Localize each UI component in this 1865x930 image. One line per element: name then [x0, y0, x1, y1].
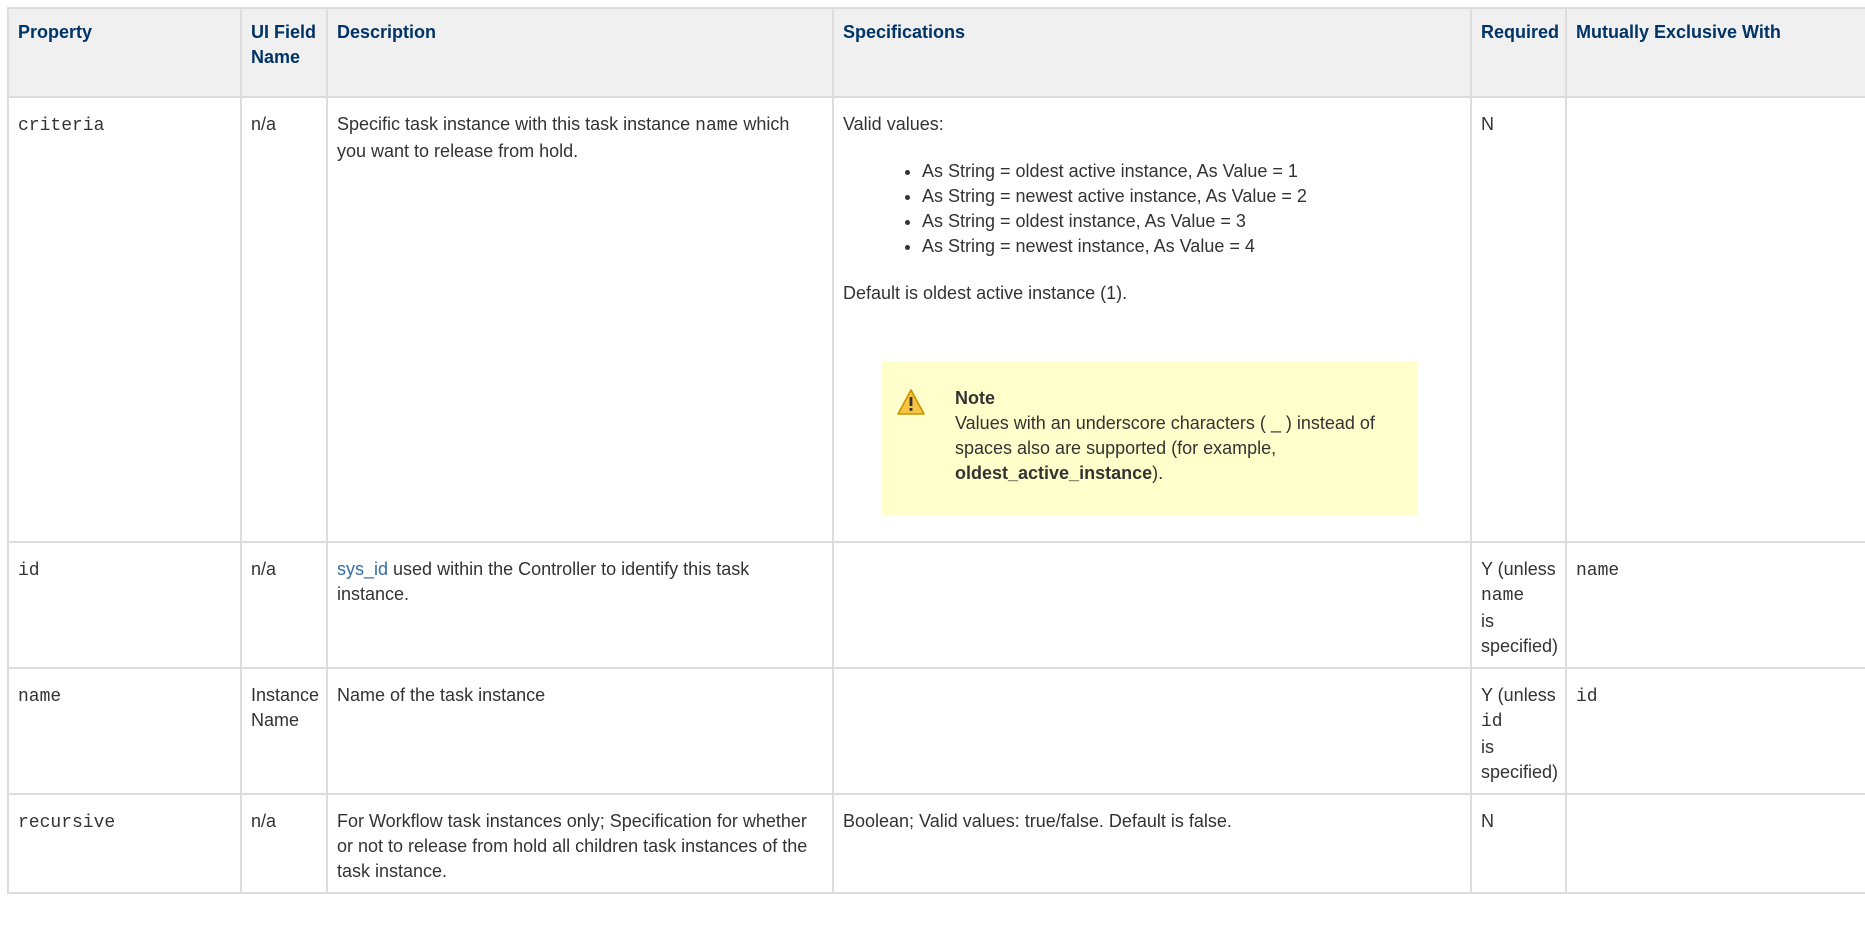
inline-code: name [695, 116, 739, 136]
note-text: Values with an underscore characters ( _… [955, 411, 1378, 486]
header-required: Required [1470, 7, 1567, 98]
cell-required: Y (unless id is specified) [1470, 667, 1567, 795]
table-row-id: id n/a sys_id used within the Controller… [7, 541, 1865, 669]
note-text-part: Values with an underscore characters ( _… [955, 413, 1375, 458]
cell-specifications [832, 667, 1472, 795]
exclusive-value: id [1576, 687, 1598, 707]
list-item: As String = oldest instance, As Value = … [922, 209, 1461, 234]
cell-property: id [7, 541, 242, 669]
note-bold-value: oldest_active_instance [955, 463, 1153, 483]
warning-icon [897, 389, 925, 415]
table-row-criteria: criteria n/a Specific task instance with… [7, 96, 1865, 543]
cell-ui-field: Instance Name [240, 667, 328, 795]
properties-table-container: Property UI Field Name Description Speci… [7, 7, 1865, 894]
cell-property: name [7, 667, 242, 795]
note-box: Note Values with an underscore character… [882, 361, 1418, 515]
property-name: name [18, 687, 62, 707]
cell-description: For Workflow task instances only; Specif… [326, 793, 834, 894]
cell-description: sys_id used within the Controller to ide… [326, 541, 834, 669]
required-text: is specified) [1481, 737, 1559, 782]
cell-description: Specific task instance with this task in… [326, 96, 834, 543]
cell-exclusive [1565, 793, 1865, 894]
note-title: Note [955, 388, 995, 408]
property-name: recursive [18, 813, 116, 833]
property-name: criteria [18, 116, 105, 136]
header-ui-field-name: UI Field Name [240, 7, 328, 98]
required-text: Y (unless [1481, 685, 1556, 705]
exclusive-value: name [1576, 561, 1620, 581]
description-text: Specific task instance with this task in… [337, 114, 696, 134]
table-row-recursive: recursive n/a For Workflow task instance… [7, 793, 1865, 894]
description-text: used within the Controller to identify t… [337, 559, 750, 604]
header-mutually-exclusive: Mutually Exclusive With [1565, 7, 1865, 98]
table-row-name: name Instance Name Name of the task inst… [7, 667, 1865, 795]
table-header-row: Property UI Field Name Description Speci… [7, 7, 1865, 98]
cell-required: N [1470, 96, 1567, 543]
cell-property: recursive [7, 793, 242, 894]
header-description: Description [326, 7, 834, 98]
properties-table: Property UI Field Name Description Speci… [7, 7, 1865, 894]
cell-ui-field: n/a [240, 541, 328, 669]
spec-default: Default is oldest active instance (1). [843, 283, 1128, 303]
cell-ui-field: n/a [240, 793, 328, 894]
cell-exclusive: id [1565, 667, 1865, 795]
cell-required: Y (unless name is specified) [1470, 541, 1567, 669]
list-item: As String = newest active instance, As V… [922, 184, 1461, 209]
cell-ui-field: n/a [240, 96, 328, 543]
list-item: As String = newest instance, As Value = … [922, 234, 1461, 259]
property-name: id [18, 561, 40, 581]
cell-exclusive: name [1565, 541, 1865, 669]
cell-required: N [1470, 793, 1567, 894]
header-property: Property [7, 7, 242, 98]
sys-id-link[interactable]: sys_id [337, 559, 388, 579]
note-text-part: ). [1152, 463, 1164, 483]
required-code: id [1481, 712, 1503, 732]
spec-intro: Valid values: [843, 114, 944, 134]
required-text: is specified) [1481, 611, 1559, 656]
list-item: As String = oldest active instance, As V… [922, 159, 1461, 184]
required-text: Y (unless [1481, 559, 1556, 579]
required-code: name [1481, 586, 1525, 606]
cell-specifications: Boolean; Valid values: true/false. Defau… [832, 793, 1472, 894]
header-specifications: Specifications [832, 7, 1472, 98]
cell-exclusive [1565, 96, 1865, 543]
cell-description: Name of the task instance [326, 667, 834, 795]
note-content: Note Values with an underscore character… [955, 386, 1378, 486]
cell-specifications: Valid values: As String = oldest active … [832, 96, 1472, 543]
cell-specifications [832, 541, 1472, 669]
cell-property: criteria [7, 96, 242, 543]
valid-values-list: As String = oldest active instance, As V… [843, 159, 1461, 259]
